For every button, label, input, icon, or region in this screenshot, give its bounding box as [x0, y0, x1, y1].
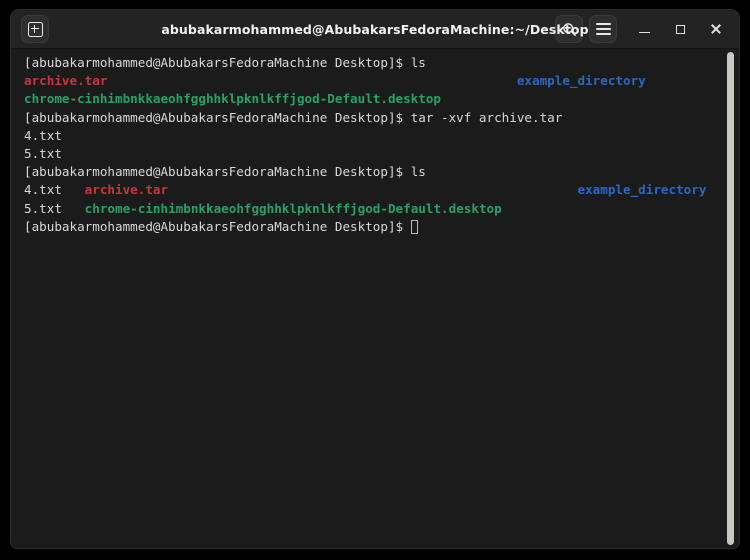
shell-prompt: [abubakarmohammed@AbubakarsFedoraMachine…	[24, 109, 411, 125]
maximize-icon	[675, 24, 685, 34]
shell-prompt: [abubakarmohammed@AbubakarsFedoraMachine…	[24, 55, 411, 70]
terminal-file-entry: archive.tar	[24, 73, 108, 89]
search-button[interactable]	[555, 15, 583, 43]
terminal-prompt-line: [abubakarmohammed@AbubakarsFedoraMachine…	[24, 54, 719, 72]
terminal-scrollbar[interactable]	[727, 52, 734, 545]
search-icon	[562, 22, 576, 36]
terminal-file-entry: 4.txt	[24, 182, 62, 198]
terminal-content-area[interactable]: [abubakarmohammed@AbubakarsFedoraMachine…	[11, 49, 739, 548]
terminal-output-line: 4.txt	[24, 127, 719, 145]
terminal-output-line: chrome-cinhimbnkkaeohfgghhklpknlkffjgod-…	[24, 90, 719, 108]
terminal-output-line: 5.txt chrome-cinhimbnkkaeohfgghhklpknlkf…	[24, 200, 719, 218]
shell-command: ls	[410, 55, 426, 70]
titlebar-left-controls	[21, 15, 49, 43]
shell-command: tar -xvf archive.tar	[410, 109, 563, 125]
terminal-file-entry: 5.txt	[24, 145, 62, 161]
column-spacer	[107, 73, 516, 88]
column-spacer	[168, 182, 577, 197]
close-button[interactable]	[701, 15, 731, 43]
terminal-prompt-line: [abubakarmohammed@AbubakarsFedoraMachine…	[24, 163, 719, 181]
terminal-file-entry: 4.txt	[24, 127, 62, 143]
terminal-file-entry: example_directory	[577, 182, 707, 198]
terminal-output-line: 5.txt	[24, 145, 719, 163]
titlebar-right-controls	[555, 15, 731, 43]
new-tab-button[interactable]	[21, 15, 49, 43]
terminal-file-entry: chrome-cinhimbnkkaeohfgghhklpknlkffjgod-…	[24, 91, 442, 107]
maximize-button[interactable]	[665, 15, 695, 43]
minimize-button[interactable]	[629, 15, 659, 43]
shell-command: ls	[410, 164, 426, 180]
new-tab-icon	[27, 21, 43, 37]
shell-prompt: [abubakarmohammed@AbubakarsFedoraMachine…	[24, 164, 411, 180]
title-bar: abubakarmohammed@AbubakarsFedoraMachine:…	[11, 10, 739, 49]
close-icon	[710, 23, 722, 35]
terminal-prompt-line: [abubakarmohammed@AbubakarsFedoraMachine…	[24, 109, 719, 127]
column-spacer	[62, 201, 85, 216]
terminal-output-line: archive.tar example_directory	[24, 72, 719, 90]
minimize-icon	[638, 31, 650, 34]
terminal-prompt-line: [abubakarmohammed@AbubakarsFedoraMachine…	[24, 218, 719, 236]
terminal-file-entry: 5.txt	[24, 200, 62, 216]
menu-button[interactable]	[589, 15, 617, 43]
terminal-file-entry: example_directory	[516, 73, 646, 89]
scrollbar-thumb[interactable]	[727, 52, 734, 545]
column-spacer	[62, 182, 85, 197]
terminal-cursor	[410, 219, 418, 234]
terminal-output-line: 4.txt archive.tar example_directory	[24, 181, 719, 199]
shell-prompt: [abubakarmohammed@AbubakarsFedoraMachine…	[24, 218, 411, 234]
terminal-window: abubakarmohammed@AbubakarsFedoraMachine:…	[10, 9, 740, 549]
terminal-file-entry: chrome-cinhimbnkkaeohfgghhklpknlkffjgod-…	[84, 200, 502, 216]
terminal-screen[interactable]: [abubakarmohammed@AbubakarsFedoraMachine…	[24, 54, 719, 236]
terminal-file-entry: archive.tar	[84, 182, 169, 198]
hamburger-menu-icon	[595, 23, 611, 35]
